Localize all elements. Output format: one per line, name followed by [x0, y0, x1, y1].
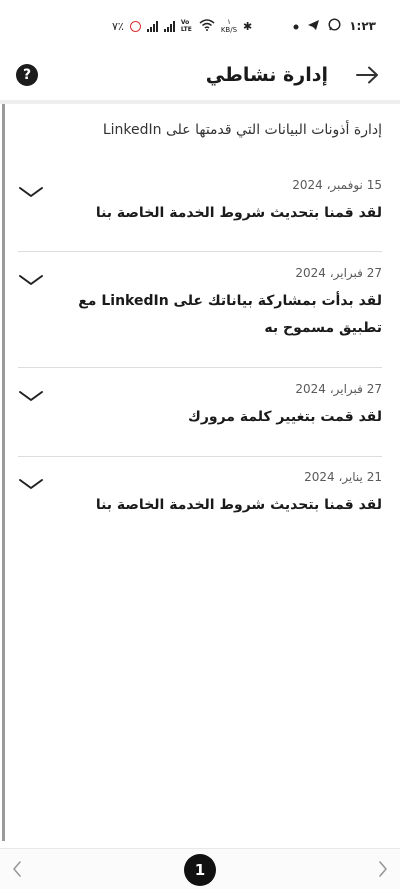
- wifi-icon: [199, 18, 215, 34]
- activity-title: لقد قمنا بتحديث شروط الخدمة الخاصة بنا: [95, 497, 382, 513]
- title-group: إدارة نشاطي: [206, 64, 380, 86]
- volte-icon: Vo LTE: [180, 19, 192, 33]
- telegram-icon: [307, 19, 320, 34]
- chevron-down-icon[interactable]: [18, 476, 44, 492]
- bluetooth-icon: ✱: [243, 19, 253, 33]
- signal-icon-2: [163, 20, 175, 32]
- current-page-indicator[interactable]: 1: [184, 854, 216, 886]
- chevron-left-icon[interactable]: [8, 859, 26, 879]
- activity-date: 27 فبراير، 2024: [295, 266, 382, 280]
- question-circle-icon[interactable]: ?: [16, 64, 38, 86]
- network-speed: ١ KB/S: [221, 18, 237, 34]
- battery-percent: ٧٪: [112, 19, 124, 33]
- network-speed-unit: KB/S: [220, 26, 238, 34]
- page-title: إدارة نشاطي: [205, 64, 328, 86]
- item-divider: [18, 251, 382, 252]
- activity-item[interactable]: 15 نوفمبر، 2024 لقد قمنا بتحديث شروط الخ…: [18, 178, 382, 227]
- pagination-bar: 1: [0, 848, 400, 889]
- network-speed-value: ١: [227, 18, 231, 26]
- activity-content[interactable]: إدارة أذونات البيانات التي قدمتها على Li…: [0, 104, 400, 841]
- activity-item[interactable]: 27 فبراير، 2024 لقد بدأت بمشاركة بياناتك…: [18, 266, 382, 342]
- status-time: ١:٢٣: [349, 19, 376, 33]
- chevron-down-icon[interactable]: [18, 388, 44, 404]
- arrow-right-icon[interactable]: [354, 64, 380, 86]
- chevron-right-icon[interactable]: [374, 859, 392, 879]
- activity-date: 21 يناير، 2024: [304, 470, 382, 484]
- item-divider: [18, 367, 382, 368]
- scroll-rail[interactable]: [2, 104, 5, 841]
- status-right-group: ١:٢٣: [293, 18, 376, 34]
- app-header: ? إدارة نشاطي: [0, 52, 400, 98]
- status-left-group: ✱ ١ KB/S Vo LTE ٧٪: [112, 18, 252, 34]
- activity-title: لقد قمت بتغيير كلمة مرورك: [187, 409, 382, 425]
- activity-date: 27 فبراير، 2024: [295, 382, 382, 396]
- activity-title: لقد بدأت بمشاركة بياناتك على LinkedIn مع…: [78, 293, 382, 336]
- section-subtitle: إدارة أذونات البيانات التي قدمتها على Li…: [102, 122, 382, 138]
- chevron-down-icon[interactable]: [18, 184, 44, 200]
- whatsapp-icon: [328, 18, 341, 34]
- activity-date: 15 نوفمبر، 2024: [292, 178, 382, 192]
- signal-icon-1: [146, 20, 158, 32]
- chevron-down-icon[interactable]: [18, 272, 44, 288]
- item-divider: [18, 456, 382, 457]
- activity-item[interactable]: 27 فبراير، 2024 لقد قمت بتغيير كلمة مرور…: [18, 382, 382, 431]
- battery-icon: [129, 20, 141, 32]
- activity-item[interactable]: 21 يناير، 2024 لقد قمنا بتحديث شروط الخد…: [18, 470, 382, 519]
- activity-title: لقد قمنا بتحديث شروط الخدمة الخاصة بنا: [95, 205, 382, 221]
- status-bar: ١:٢٣ ✱ ١ KB/S Vo LTE ٧٪: [0, 0, 400, 52]
- notification-dot-icon: [293, 19, 299, 33]
